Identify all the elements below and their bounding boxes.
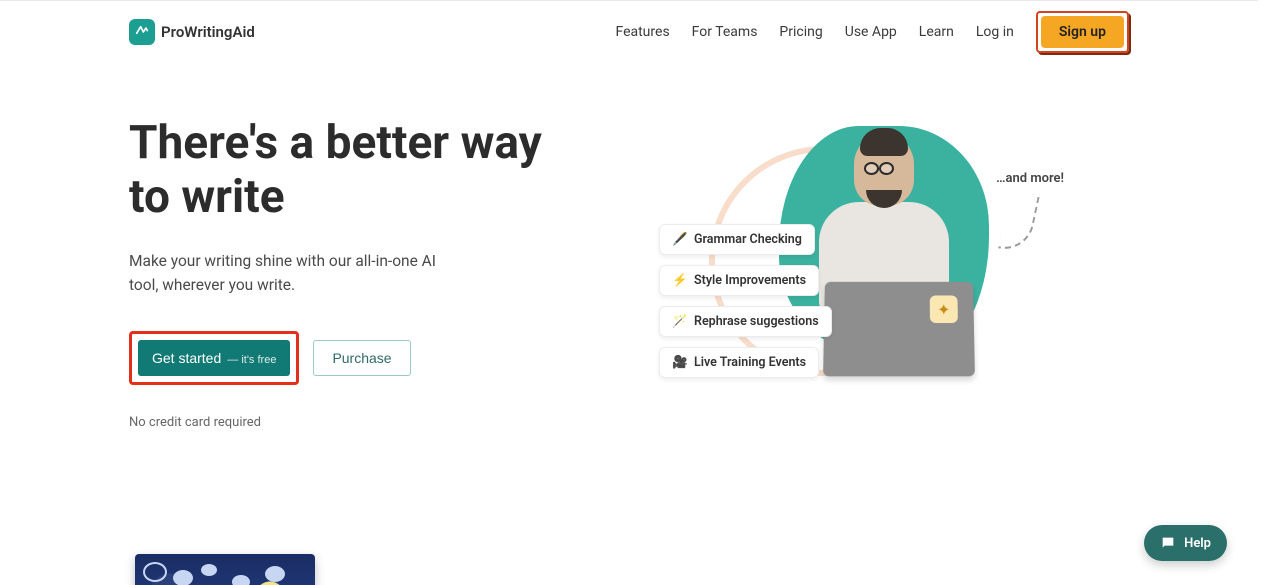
- purchase-button[interactable]: Purchase: [313, 340, 410, 376]
- section-writing-lets-you-down: Do you feel like your writing lets you d…: [129, 550, 1129, 585]
- bolt-icon: ⚡: [672, 273, 686, 288]
- chip-label: Rephrase suggestions: [694, 314, 819, 329]
- hero-section: There's a better way to write Make your …: [129, 61, 1129, 430]
- chip-rephrase: 🪄 Rephrase suggestions: [659, 306, 832, 337]
- nav-for-teams[interactable]: For Teams: [692, 24, 758, 40]
- nav-learn[interactable]: Learn: [919, 24, 954, 40]
- and-more-label: …and more!: [996, 171, 1064, 186]
- brand[interactable]: ProWritingAid: [129, 19, 255, 45]
- hero-illustration: ✦ …and more! 🖋️ Grammar Checking ⚡ Style…: [589, 116, 1129, 416]
- nav-features[interactable]: Features: [615, 24, 669, 40]
- help-label: Help: [1184, 536, 1211, 551]
- chat-icon: [1160, 535, 1176, 551]
- brand-logo-icon: [129, 19, 155, 45]
- hero-headline: There's a better way to write: [129, 116, 549, 225]
- chip-grammar: 🖋️ Grammar Checking: [659, 224, 815, 255]
- chip-label: Grammar Checking: [694, 232, 802, 247]
- get-started-label: Get started: [152, 350, 221, 366]
- starry-art-graphic: [129, 550, 469, 585]
- get-started-sublabel: — it's free: [227, 354, 276, 366]
- art-front-panel: [135, 554, 315, 585]
- wand-icon: 🪄: [672, 314, 686, 329]
- hero-subhead: Make your writing shine with our all-in-…: [129, 249, 459, 297]
- no-credit-note: No credit card required: [129, 415, 549, 430]
- site-header: ProWritingAid Features For Teams Pricing…: [129, 1, 1129, 61]
- signup-button[interactable]: Sign up: [1041, 16, 1124, 48]
- nav-login[interactable]: Log in: [976, 24, 1014, 40]
- pen-icon: 🖋️: [672, 232, 686, 247]
- get-started-button[interactable]: Get started — it's free: [138, 340, 290, 376]
- sparkle-icon: ✦: [930, 295, 958, 323]
- chip-label: Live Training Events: [694, 355, 806, 370]
- nav-pricing[interactable]: Pricing: [779, 24, 822, 40]
- hero-copy: There's a better way to write Make your …: [129, 116, 549, 430]
- nav-use-app[interactable]: Use App: [845, 24, 897, 40]
- arrow-swoosh-icon: [998, 190, 1040, 255]
- chip-style: ⚡ Style Improvements: [659, 265, 819, 296]
- signup-highlight: Sign up: [1036, 11, 1129, 53]
- feature-chips: 🖋️ Grammar Checking ⚡ Style Improvements…: [659, 224, 832, 378]
- chip-training: 🎥 Live Training Events: [659, 347, 819, 378]
- illustration: ✦ …and more! 🖋️ Grammar Checking ⚡ Style…: [659, 116, 1089, 406]
- main-nav: Features For Teams Pricing Use App Learn…: [615, 11, 1129, 53]
- get-started-highlight: Get started — it's free: [129, 331, 299, 385]
- help-button[interactable]: Help: [1144, 525, 1227, 561]
- cta-row: Get started — it's free Purchase: [129, 331, 549, 385]
- chip-label: Style Improvements: [694, 273, 806, 288]
- brand-name: ProWritingAid: [161, 23, 255, 41]
- camera-icon: 🎥: [672, 355, 686, 370]
- laptop-graphic: ✦: [823, 282, 975, 376]
